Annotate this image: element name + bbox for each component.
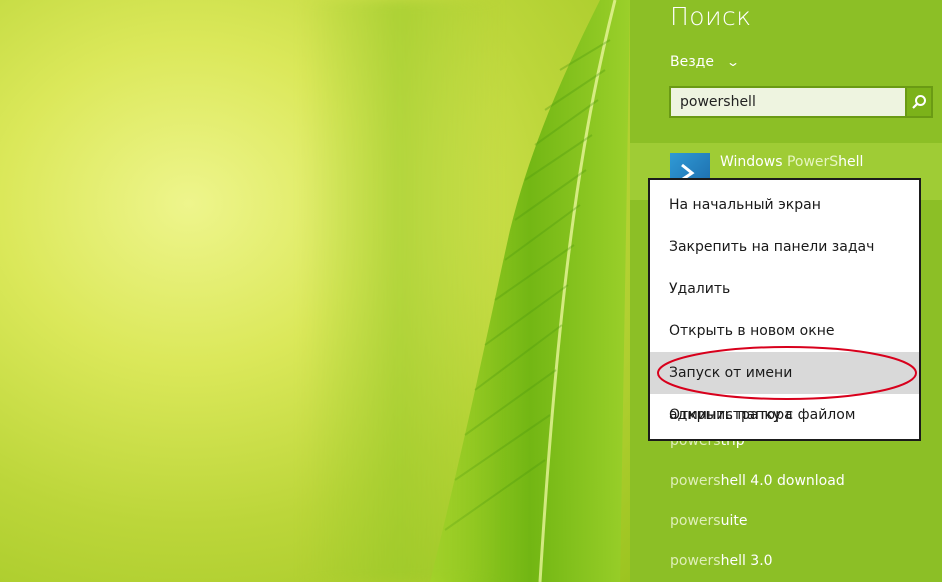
search-icon [912, 95, 926, 109]
search-scope-dropdown[interactable]: Везде ⌄ [670, 54, 741, 70]
suggestion-match: powers [670, 513, 721, 529]
wallpaper-soft-shadow [300, 0, 500, 582]
desktop-wallpaper [0, 0, 630, 582]
panel-title: Поиск [670, 2, 752, 31]
scope-label: Везде [670, 54, 714, 70]
suggestion-rest: hell 3.0 [720, 553, 773, 569]
menu-item-pin-to-taskbar[interactable]: Закрепить на панели задач [650, 226, 919, 268]
suggestion-rest: uite [720, 513, 748, 529]
context-menu: На начальный экран Закрепить на панели з… [648, 178, 921, 441]
result-label-match: PowerS [786, 154, 839, 170]
suggestion-item[interactable]: powersuite [670, 513, 747, 529]
result-label: Windows PowerShell [720, 154, 863, 170]
chevron-down-icon: ⌄ [725, 55, 741, 69]
menu-item-uninstall[interactable]: Удалить [650, 268, 919, 310]
suggestion-match: powers [670, 473, 721, 489]
search-box [669, 86, 933, 118]
menu-item-open-new-window[interactable]: Открыть в новом окне [650, 310, 919, 352]
menu-item-run-as-admin[interactable]: Запуск от имени администратора [650, 352, 919, 423]
menu-item-pin-to-start[interactable]: На начальный экран [650, 184, 919, 226]
result-label-prefix: Windows [720, 154, 787, 170]
search-input[interactable] [669, 86, 905, 118]
suggestion-rest: hell 4.0 download [720, 473, 845, 489]
search-button[interactable] [905, 86, 933, 118]
suggestion-item[interactable]: powershell 3.0 [670, 553, 773, 569]
result-label-suffix: hell [838, 154, 864, 170]
menu-item-open-file-location[interactable]: Открыть папку с файлом [650, 394, 919, 436]
suggestion-match: powers [670, 553, 721, 569]
suggestion-item[interactable]: powershell 4.0 download [670, 473, 845, 489]
